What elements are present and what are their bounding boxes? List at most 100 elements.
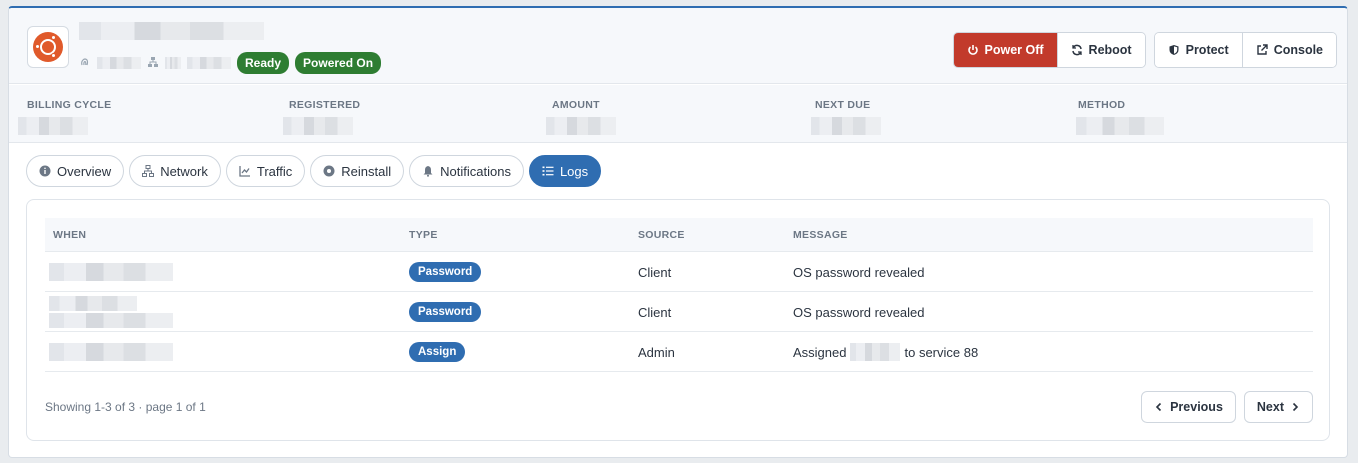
chevron-right-icon bbox=[1292, 402, 1299, 412]
tab-notifications-label: Notifications bbox=[440, 163, 511, 179]
tab-reinstall-label: Reinstall bbox=[341, 163, 392, 179]
type-badge: Password bbox=[409, 302, 482, 322]
when-cell bbox=[49, 332, 173, 372]
external-link-icon bbox=[1256, 44, 1268, 55]
registered: REGISTERED bbox=[283, 99, 361, 140]
network-icon bbox=[147, 56, 159, 71]
network-icon bbox=[142, 165, 155, 177]
when-cell bbox=[49, 292, 173, 332]
message-cell: OS password revealed bbox=[793, 264, 925, 280]
ubuntu-logo-icon bbox=[27, 26, 69, 68]
tab-logs-label: Logs bbox=[559, 163, 589, 179]
method-label: METHOD bbox=[1078, 99, 1126, 111]
hostname-redacted bbox=[79, 22, 264, 40]
server-card: Ready Powered On Power Off Reboot Protec… bbox=[8, 6, 1348, 458]
tab-traffic[interactable]: Traffic bbox=[225, 155, 306, 187]
tab-reinstall[interactable]: Reinstall bbox=[310, 155, 405, 187]
previous-page-label: Previous bbox=[1170, 400, 1223, 414]
type-cell: Assign bbox=[409, 332, 466, 372]
meta-value-redacted bbox=[165, 57, 181, 69]
when-cell bbox=[49, 252, 173, 292]
table-row: Assign Admin Assigned to service 88 bbox=[45, 332, 1313, 372]
table-header: WHEN TYPE SOURCE MESSAGE bbox=[45, 218, 1313, 252]
column-header-when: WHEN bbox=[53, 228, 87, 241]
fingerprint-icon bbox=[79, 56, 91, 71]
message-value-redacted bbox=[850, 343, 901, 361]
registered-label: REGISTERED bbox=[289, 99, 361, 111]
tab-logs[interactable]: Logs bbox=[528, 155, 602, 187]
pagination: Previous Next bbox=[1141, 391, 1313, 423]
message-prefix: Assigned bbox=[793, 344, 847, 360]
timestamp-redacted bbox=[49, 313, 173, 328]
tab-notifications[interactable]: Notifications bbox=[409, 155, 524, 187]
type-cell: Password bbox=[409, 292, 482, 332]
console-button[interactable]: Console bbox=[1241, 33, 1336, 67]
timestamp-redacted bbox=[49, 263, 173, 281]
next-due-label: NEXT DUE bbox=[815, 99, 871, 111]
amount: AMOUNT bbox=[546, 99, 616, 140]
registered-value-redacted bbox=[283, 117, 353, 135]
source-cell: Client bbox=[638, 264, 672, 280]
server-meta: Ready Powered On bbox=[79, 52, 382, 74]
type-badge: Password bbox=[409, 262, 482, 282]
console-label: Console bbox=[1273, 43, 1323, 57]
status-badge-powered-on: Powered On bbox=[295, 52, 382, 74]
previous-page-button[interactable]: Previous bbox=[1141, 391, 1236, 423]
security-button-group: Protect Console bbox=[1153, 32, 1337, 68]
bell-icon bbox=[423, 166, 433, 177]
type-cell: Password bbox=[409, 252, 482, 292]
power-off-label: Power Off bbox=[984, 43, 1044, 57]
billing-cycle-value-redacted bbox=[18, 117, 88, 135]
logs-table: WHEN TYPE SOURCE MESSAGE Password Client… bbox=[45, 218, 1313, 372]
tab-traffic-label: Traffic bbox=[256, 163, 293, 179]
tab-network[interactable]: Network bbox=[129, 155, 221, 187]
tab-overview-label: Overview bbox=[57, 163, 112, 179]
source-cell: Client bbox=[638, 304, 672, 320]
message-suffix: to service 88 bbox=[904, 344, 979, 360]
type-badge: Assign bbox=[409, 342, 466, 362]
status-badge-ready: Ready bbox=[237, 52, 290, 74]
chevron-left-icon bbox=[1155, 402, 1162, 412]
refresh-icon bbox=[1071, 44, 1082, 56]
method: METHOD bbox=[1076, 99, 1164, 140]
tab-network-label: Network bbox=[160, 163, 208, 179]
message-cell: OS password revealed bbox=[793, 304, 925, 320]
message-cell: Assigned to service 88 bbox=[793, 332, 978, 372]
amount-value-redacted bbox=[546, 117, 616, 135]
method-value-redacted bbox=[1076, 117, 1164, 135]
amount-label: AMOUNT bbox=[552, 99, 600, 111]
timestamp-redacted bbox=[49, 296, 137, 311]
disc-icon bbox=[323, 165, 335, 177]
next-due-value-redacted bbox=[811, 117, 881, 135]
tab-overview[interactable]: Overview bbox=[26, 155, 125, 187]
server-tabs: Overview Network Traffic Reinstall Notif… bbox=[26, 155, 602, 187]
column-header-source: SOURCE bbox=[638, 228, 685, 241]
logs-panel: WHEN TYPE SOURCE MESSAGE Password Client… bbox=[26, 199, 1330, 441]
column-header-message: MESSAGE bbox=[793, 228, 848, 241]
protect-label: Protect bbox=[1185, 43, 1229, 57]
power-button-group: Power Off Reboot bbox=[952, 32, 1146, 68]
next-page-label: Next bbox=[1256, 400, 1284, 414]
power-icon bbox=[967, 45, 978, 55]
meta-value-redacted bbox=[187, 57, 231, 69]
billing-summary: BILLING CYCLE REGISTERED AMOUNT NEXT DUE… bbox=[9, 85, 1347, 143]
chart-icon bbox=[239, 166, 250, 177]
reboot-label: Reboot bbox=[1088, 43, 1132, 57]
table-row: Password Client OS password revealed bbox=[45, 292, 1313, 332]
column-header-type: TYPE bbox=[409, 228, 438, 241]
table-row: Password Client OS password revealed bbox=[45, 252, 1313, 292]
pagination-summary: Showing 1-3 of 3 · page 1 of 1 bbox=[45, 400, 206, 414]
reboot-button[interactable]: Reboot bbox=[1056, 33, 1145, 67]
table-footer: Showing 1-3 of 3 · page 1 of 1 Previous … bbox=[45, 390, 1313, 424]
list-icon bbox=[542, 166, 554, 176]
billing-cycle-label: BILLING CYCLE bbox=[27, 99, 112, 111]
meta-value-redacted bbox=[97, 57, 141, 69]
server-header: Ready Powered On Power Off Reboot Protec… bbox=[9, 8, 1347, 84]
next-page-button[interactable]: Next bbox=[1243, 391, 1313, 423]
next-due: NEXT DUE bbox=[811, 99, 881, 140]
source-cell: Admin bbox=[638, 344, 675, 360]
info-icon bbox=[39, 165, 51, 177]
protect-button[interactable]: Protect bbox=[1154, 33, 1242, 67]
billing-cycle: BILLING CYCLE bbox=[18, 99, 112, 140]
power-off-button[interactable]: Power Off bbox=[953, 33, 1057, 67]
